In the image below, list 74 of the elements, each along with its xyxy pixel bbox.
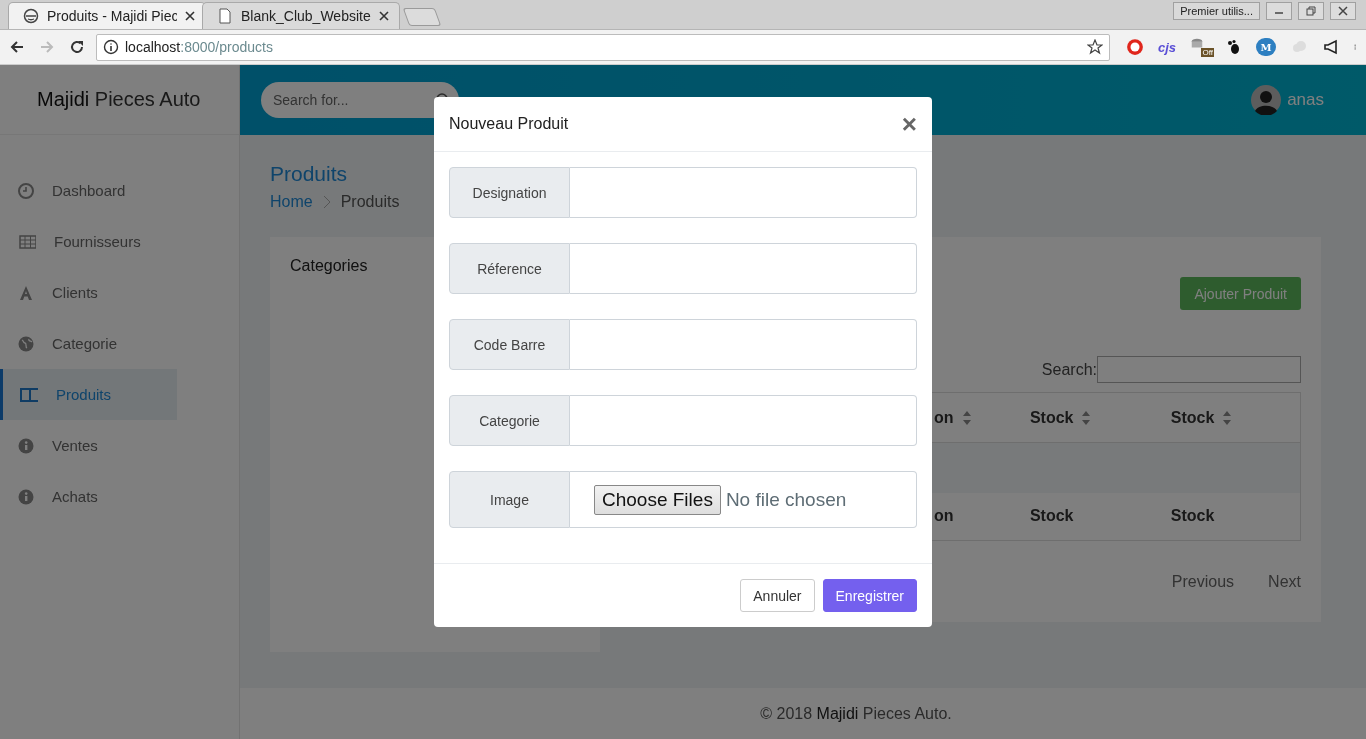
breadcrumb-link[interactable]: Home	[270, 193, 313, 211]
avatar-icon[interactable]	[1251, 85, 1282, 115]
page-title: Produits	[270, 162, 349, 186]
info-icon	[18, 488, 34, 505]
chevron-right-icon	[322, 195, 331, 209]
forward-arrow-icon	[39, 39, 55, 55]
search-field[interactable]: Search for...	[261, 82, 459, 118]
input-field[interactable]	[570, 243, 917, 294]
star-icon[interactable]	[1086, 39, 1103, 55]
extension-icon[interactable]: cjs	[1157, 39, 1176, 55]
table-icon	[18, 233, 36, 250]
new-tab-button[interactable]	[402, 8, 442, 26]
sort-icon	[961, 409, 972, 426]
column-header[interactable]: Stock	[1017, 392, 1159, 443]
brand-logo[interactable]: Majidi Pieces Auto	[37, 88, 201, 111]
clock-icon	[18, 182, 34, 199]
profile-button[interactable]: Premier utilis...	[1173, 2, 1260, 20]
save-button[interactable]: Enregistrer	[822, 579, 917, 612]
footer-text: © 2018 Majidi Pieces Auto.	[760, 704, 952, 723]
sort-icon	[1222, 409, 1233, 426]
back-arrow-icon	[9, 39, 25, 55]
sort-icon	[1081, 409, 1092, 426]
sidebar-item[interactable]: Achats	[0, 471, 177, 522]
sidebar-item[interactable]: Produits	[0, 369, 177, 420]
globe-icon	[18, 335, 34, 352]
column-header[interactable]: Stock	[1158, 392, 1301, 443]
cylinder-icon	[1190, 37, 1204, 51]
address-bar[interactable]: localhost:8000/products	[96, 33, 1110, 61]
document-icon	[217, 8, 233, 24]
footer-cell: Stock	[1017, 492, 1159, 541]
info-icon	[18, 437, 34, 454]
pagination-link[interactable]: Next	[1268, 573, 1301, 591]
sidebar-item[interactable]: Categorie	[0, 318, 177, 369]
reload-icon	[69, 39, 85, 55]
input-field[interactable]	[570, 167, 917, 218]
close-icon[interactable]	[379, 11, 389, 21]
field-label: Designation	[449, 167, 570, 218]
close-icon[interactable]	[185, 11, 195, 21]
table-search-field[interactable]	[1097, 356, 1301, 383]
sidebar-item[interactable]: Ventes	[0, 420, 177, 471]
restore-button[interactable]	[1298, 2, 1324, 20]
input-field[interactable]	[570, 319, 917, 370]
cancel-button[interactable]: Annuler	[740, 579, 815, 612]
search-label: Search:	[1041, 360, 1097, 379]
dialog-title: Nouveau Produit	[449, 115, 569, 133]
input-field[interactable]	[570, 395, 917, 446]
footer-cell: on	[921, 492, 1018, 541]
field-label: Categorie	[449, 395, 570, 446]
file-field[interactable]: Choose Files No file chosen	[570, 471, 917, 528]
sidebar-item[interactable]: Dashboard	[0, 165, 177, 216]
minimize-button[interactable]	[1266, 2, 1292, 20]
breadcrumb-current: Produits	[340, 193, 400, 211]
footprint-icon	[1226, 39, 1242, 55]
field-label: Image	[449, 471, 570, 528]
pagination-link[interactable]: Previous	[1171, 573, 1235, 591]
megaphone-icon	[1322, 39, 1340, 55]
info-icon	[103, 39, 119, 55]
close-button[interactable]: ×	[901, 111, 917, 137]
extension-icon[interactable]: M	[1256, 38, 1276, 56]
close-icon	[1338, 6, 1348, 16]
file-status: No file chosen	[725, 488, 847, 511]
sidebar-item[interactable]: Fournisseurs	[0, 216, 177, 267]
choose-files-button[interactable]: Choose Files	[594, 484, 721, 515]
face-icon	[23, 8, 39, 24]
columns-icon	[18, 386, 38, 403]
footer-cell: Stock	[1158, 492, 1301, 541]
field-label: Code Barre	[449, 319, 570, 370]
card-title: Categories	[290, 257, 368, 275]
close-button[interactable]	[1330, 2, 1356, 20]
restore-icon	[1306, 6, 1316, 16]
sidebar-item[interactable]: Clients	[0, 267, 177, 318]
letter-a-icon	[18, 284, 34, 301]
field-label: Réference	[449, 243, 570, 294]
browser-tab[interactable]: Blank_Club_Website	[202, 2, 400, 29]
